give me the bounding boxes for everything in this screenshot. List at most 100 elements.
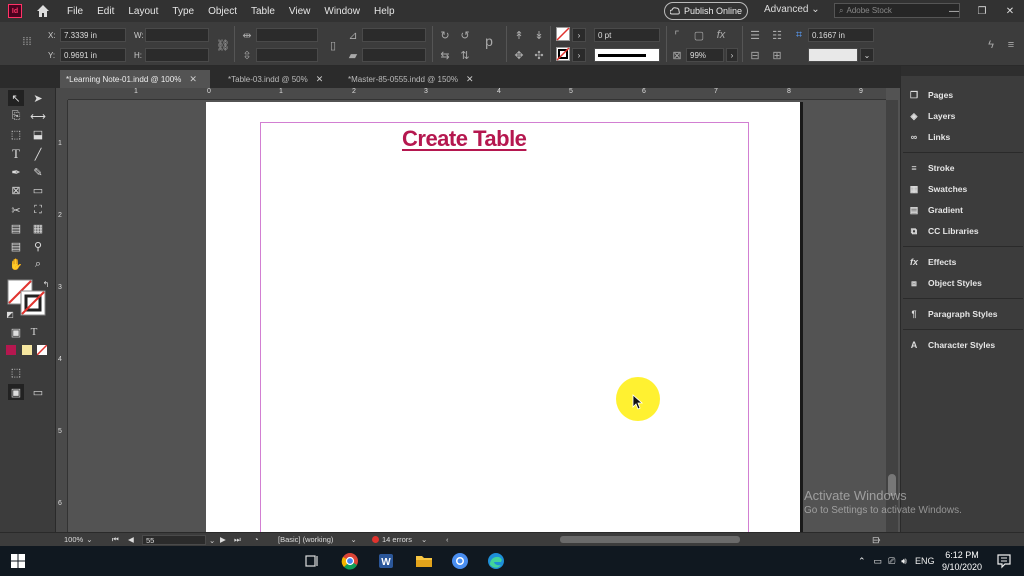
default-fill-stroke-icon[interactable]: ◩	[2, 306, 18, 322]
view-mode-icon[interactable]: ⬚	[8, 364, 24, 380]
minimize-button[interactable]: —	[940, 0, 968, 22]
align-icon[interactable]: ⊟	[748, 48, 762, 62]
zoom-tool-icon[interactable]: ⌕	[30, 256, 46, 272]
offset-field[interactable]: 0.1667 in	[808, 28, 874, 42]
shear-field[interactable]	[362, 48, 426, 62]
scroll-left-icon[interactable]: ‹	[446, 535, 449, 544]
scale-y-field[interactable]	[256, 48, 318, 62]
panel-layers[interactable]: ◈ Layers	[907, 107, 956, 125]
content-placer-tool-icon[interactable]: ⬓	[30, 126, 46, 142]
corner-options-icon[interactable]: ⌜	[670, 28, 684, 42]
workspace-switcher[interactable]: Advanced ⌄	[764, 4, 820, 15]
gradient-swatch-tool-icon[interactable]: ▤	[8, 220, 24, 236]
y-position-field[interactable]: 0.9691 in	[60, 48, 126, 62]
tab-table-03[interactable]: *Table-03.indd @ 50% ✕	[222, 70, 340, 88]
height-field[interactable]	[145, 48, 209, 62]
chevron-up-icon[interactable]: ⌃	[858, 556, 866, 567]
menu-object[interactable]: Object	[201, 6, 244, 17]
previous-page-button[interactable]: ◀	[128, 535, 134, 544]
file-explorer-icon[interactable]	[414, 551, 434, 571]
hand-tool-icon[interactable]: ✋	[8, 256, 24, 272]
close-icon[interactable]: ✕	[189, 74, 197, 85]
fill-menu-button[interactable]: ›	[572, 28, 586, 42]
flip-vertical-icon[interactable]: ⇅	[458, 48, 472, 62]
object-style-menu-button[interactable]: ⌄	[860, 48, 874, 62]
chrome-icon[interactable]	[340, 551, 360, 571]
menu-file[interactable]: File	[60, 6, 90, 17]
windows-start-icon[interactable]	[8, 551, 28, 571]
battery-icon[interactable]: ▭	[874, 556, 883, 567]
horizontal-scrollbar-thumb[interactable]	[560, 536, 740, 543]
volume-icon[interactable]: 🔊︎	[901, 556, 907, 567]
panel-menu-icon[interactable]: ≡	[1004, 38, 1018, 52]
constrain-scale-icon[interactable]: ▯	[326, 38, 340, 52]
content-collector-tool-icon[interactable]: ⬚	[8, 126, 24, 142]
menu-edit[interactable]: Edit	[90, 6, 121, 17]
opacity-field[interactable]: 99%	[686, 48, 724, 62]
panel-effects[interactable]: fx Effects	[907, 253, 956, 271]
network-icon[interactable]: ⎚	[888, 556, 895, 567]
select-next-icon[interactable]: ✣	[532, 48, 546, 62]
taskbar-clock[interactable]: 6:12 PM 9/10/2020	[938, 549, 986, 573]
menu-view[interactable]: View	[282, 6, 318, 17]
effects-fx-icon[interactable]: fx	[714, 28, 728, 42]
formatting-text-icon[interactable]: T	[26, 324, 42, 340]
panel-object-styles[interactable]: ⧈ Object Styles	[907, 274, 982, 292]
apply-color-icon[interactable]	[6, 345, 16, 355]
paragraph-icon[interactable]: p	[482, 33, 496, 49]
apply-none-icon[interactable]	[37, 345, 47, 355]
close-icon[interactable]: ✕	[466, 74, 474, 85]
free-transform-tool-icon[interactable]: ⛶	[30, 202, 46, 218]
apply-gradient-icon[interactable]	[22, 345, 32, 355]
select-previous-icon[interactable]: ✥	[512, 48, 526, 62]
page-tool-icon[interactable]: ⎘	[8, 108, 24, 124]
text-wrap-bbox-icon[interactable]: ☷	[770, 28, 784, 42]
drop-shadow-icon[interactable]: ▢	[692, 28, 706, 42]
constrain-proportions-icon[interactable]: ⛓	[216, 38, 230, 52]
object-style-dropdown[interactable]	[808, 48, 858, 62]
stroke-swatch-icon[interactable]	[556, 47, 570, 61]
type-tool-icon[interactable]: T	[8, 146, 24, 162]
task-view-icon[interactable]	[302, 551, 322, 571]
panel-stroke[interactable]: ≡ Stroke	[907, 159, 954, 177]
stroke-weight-field[interactable]: 0 pt	[594, 28, 660, 42]
document-page[interactable]: Create Table	[206, 102, 803, 536]
tab-master-85[interactable]: *Master-85-0555.indd @ 150% ✕	[342, 70, 486, 88]
publish-online-button[interactable]: Publish Online	[664, 2, 748, 20]
gap-tool-icon[interactable]: ⟷	[30, 108, 46, 124]
panel-gradient[interactable]: ▤ Gradient	[907, 201, 963, 219]
gradient-feather-tool-icon[interactable]: ▦	[30, 220, 46, 236]
stroke-type-dropdown[interactable]	[594, 48, 660, 62]
lightning-icon[interactable]: ϟ	[984, 38, 998, 52]
line-tool-icon[interactable]: ╱	[30, 146, 46, 162]
tab-learning-note[interactable]: *Learning Note-01.indd @ 100% ✕	[60, 70, 210, 88]
horizontal-ruler[interactable]: 1 0 1 2 3 4 5 6 7 8 9	[68, 88, 886, 100]
swap-fill-stroke-icon[interactable]: ↰	[38, 276, 54, 292]
fill-swatch-icon[interactable]	[556, 27, 570, 41]
scissors-tool-icon[interactable]: ✂	[8, 202, 24, 218]
formatting-container-icon[interactable]: ▣	[8, 324, 24, 340]
width-field[interactable]	[145, 28, 209, 42]
close-button[interactable]: ✕	[996, 0, 1024, 22]
select-content-icon[interactable]: ↡	[532, 28, 546, 42]
page-title[interactable]: Create Table	[402, 126, 527, 152]
split-layout-icon[interactable]: ⊟	[872, 535, 880, 546]
panel-pages[interactable]: ❐ Pages	[907, 86, 953, 104]
pasteboard[interactable]: Create Table	[68, 100, 886, 536]
menu-type[interactable]: Type	[165, 6, 201, 17]
rotate-cw-icon[interactable]: ↻	[438, 28, 452, 42]
eyedropper-tool-icon[interactable]: ⚲	[30, 238, 46, 254]
first-page-button[interactable]: ⏮	[112, 535, 119, 545]
close-icon[interactable]: ✕	[316, 74, 324, 85]
home-icon[interactable]	[36, 4, 50, 18]
x-position-field[interactable]: 7.3339 in	[60, 28, 126, 42]
menu-table[interactable]: Table	[244, 6, 282, 17]
normal-mode-icon[interactable]: ▣	[8, 384, 24, 400]
menu-help[interactable]: Help	[367, 6, 402, 17]
next-page-button[interactable]: ▶	[220, 535, 226, 544]
menu-window[interactable]: Window	[317, 6, 367, 17]
reference-point-icon[interactable]: ⁞⁞⁞	[20, 35, 34, 49]
ruler-origin[interactable]	[56, 88, 68, 100]
restore-button[interactable]: ❐	[968, 0, 996, 22]
vertical-scrollbar[interactable]	[886, 100, 898, 532]
